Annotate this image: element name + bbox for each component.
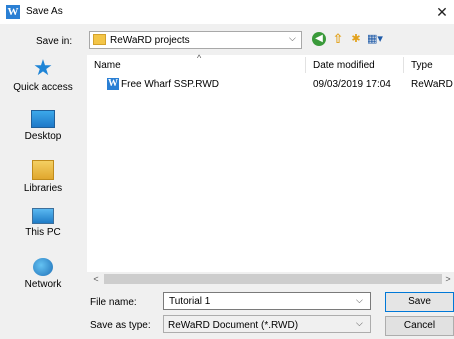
place-label: Quick access <box>13 82 73 93</box>
save-button[interactable]: Save <box>385 292 454 312</box>
star-icon: ★ <box>33 55 53 80</box>
file-name-cell: Free Wharf SSP.RWD <box>121 79 219 90</box>
new-folder-icon[interactable]: ✱ <box>348 32 364 46</box>
column-header-type[interactable]: Type <box>411 60 433 71</box>
save-as-type-label: Save as type: <box>90 320 151 331</box>
save-in-value: ReWaRD projects <box>110 35 190 46</box>
column-divider[interactable] <box>403 57 404 73</box>
reward-file-icon: W <box>107 78 119 90</box>
place-this-pc[interactable]: This PC <box>0 208 86 238</box>
network-icon <box>33 258 53 276</box>
column-header-date[interactable]: Date modified <box>313 60 375 71</box>
place-desktop[interactable]: Desktop <box>0 110 86 142</box>
file-name-label: File name: <box>90 297 137 308</box>
window-title: Save As <box>26 6 63 17</box>
file-date-cell: 09/03/2019 17:04 <box>313 79 391 90</box>
title-bar <box>0 0 454 24</box>
cancel-button[interactable]: Cancel <box>385 316 454 336</box>
place-label: Libraries <box>23 183 63 194</box>
place-network[interactable]: Network <box>0 258 86 290</box>
desktop-icon <box>31 110 55 128</box>
up-folder-icon[interactable]: ⇧ <box>331 31 345 47</box>
scroll-left-icon[interactable]: < <box>90 272 102 286</box>
close-icon[interactable]: ✕ <box>430 2 454 22</box>
file-type-cell: ReWaRD <box>411 79 453 90</box>
place-label: Network <box>24 279 62 290</box>
place-label: Desktop <box>24 131 62 142</box>
chevron-down-icon[interactable]: ⌵ <box>356 295 363 306</box>
file-name-input[interactable] <box>163 292 371 310</box>
save-in-label: Save in: <box>36 36 73 47</box>
views-menu-icon[interactable]: ▦▾ <box>367 32 391 46</box>
folder-icon <box>93 34 106 45</box>
sort-ascending-icon: ^ <box>197 53 202 63</box>
save-as-type-value: ReWaRD Document (*.RWD) <box>168 320 299 331</box>
scroll-right-icon[interactable]: > <box>442 272 454 286</box>
chevron-down-icon[interactable]: ⌵ <box>356 318 363 329</box>
place-label: This PC <box>25 227 61 238</box>
computer-icon <box>32 208 54 224</box>
chevron-down-icon[interactable]: ⌵ <box>289 33 296 44</box>
reward-app-icon: W <box>6 5 20 19</box>
column-divider[interactable] <box>305 57 306 73</box>
place-libraries[interactable]: Libraries <box>0 160 86 194</box>
scrollbar-thumb[interactable] <box>104 274 442 284</box>
place-quick-access[interactable]: ★ Quick access <box>0 55 86 94</box>
back-icon[interactable]: ◀ <box>312 32 326 46</box>
column-header-name[interactable]: Name <box>94 60 121 71</box>
libraries-icon <box>32 160 54 180</box>
